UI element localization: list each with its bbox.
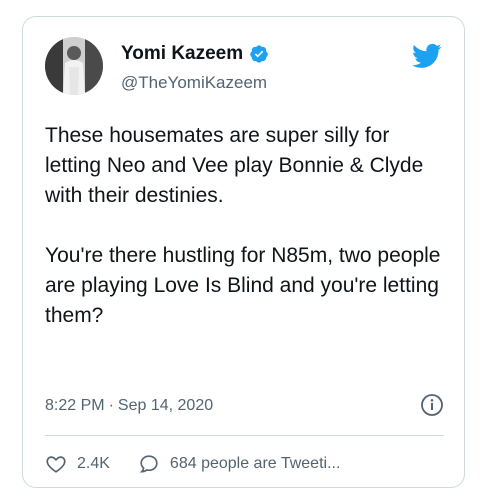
tweet-time: 8:22 PM: [45, 397, 105, 414]
avatar[interactable]: [45, 37, 103, 95]
conversation-button[interactable]: 684 people are Tweeti...: [138, 453, 341, 475]
speech-bubble-icon: [139, 455, 158, 473]
author-name[interactable]: Yomi Kazeem: [121, 43, 243, 65]
info-icon[interactable]: [420, 393, 444, 417]
tweet-text: These housemates are super silly for let…: [45, 124, 441, 327]
tweet-date: Sep 14, 2020: [117, 397, 214, 414]
avatar-photo: [45, 37, 103, 95]
heart-icon: [46, 456, 66, 473]
like-count: 2.4K: [77, 455, 110, 472]
tweet-timestamp[interactable]: 8:22 PM · Sep 14, 2020: [45, 397, 213, 415]
author-row: Yomi Kazeem: [121, 43, 269, 65]
conversation-label: 684 people are Tweeti...: [169, 455, 341, 472]
author-handle[interactable]: @TheYomiKazeem: [121, 73, 267, 93]
twitter-bird-icon[interactable]: [410, 41, 444, 71]
verified-badge-icon: [249, 44, 269, 64]
divider: [45, 435, 444, 436]
tweet-actions: 2.4K 684 people are Tweeti...: [45, 453, 368, 475]
meta-separator: ·: [108, 397, 114, 414]
tweet-card: Yomi Kazeem @TheYomiKazeem These housema…: [22, 16, 465, 488]
like-button[interactable]: 2.4K: [45, 453, 110, 475]
